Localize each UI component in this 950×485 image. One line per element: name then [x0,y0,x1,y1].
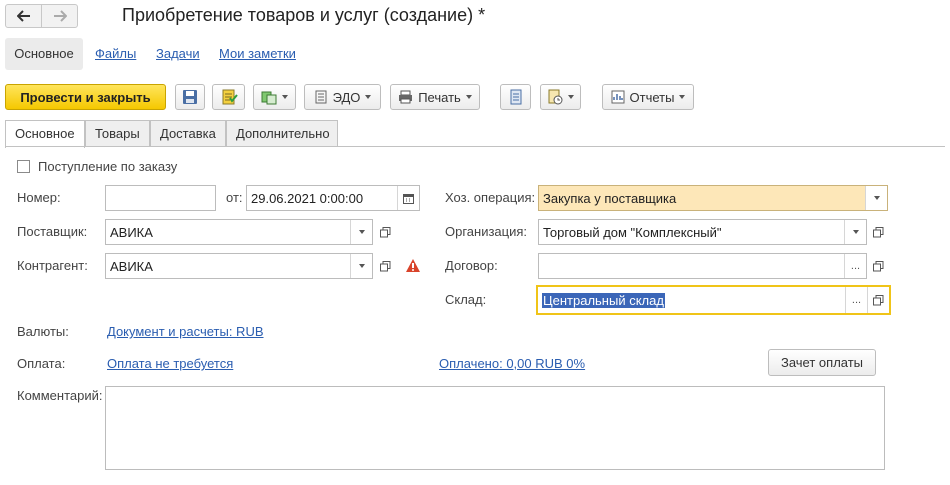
reports-label: Отчеты [629,89,675,105]
edo-label: ЭДО [332,89,361,105]
save-icon [183,90,197,104]
post-and-close-button[interactable]: Провести и закрыть [5,84,166,110]
open-window-icon [873,294,884,305]
print-button[interactable]: Печать [390,84,480,110]
chevron-down-icon [852,230,859,234]
contract-field[interactable]: ... [538,253,867,279]
organization-label: Организация: [445,224,528,239]
comment-field[interactable] [105,386,885,470]
tab-goods[interactable]: Товары [85,120,150,147]
payment-label: Оплата: [17,356,66,371]
save-button[interactable] [175,84,205,110]
back-button[interactable] [6,5,41,27]
create-based-icon [261,91,277,105]
section-files[interactable]: Файлы [95,38,136,70]
paid-link[interactable]: Оплачено: 0,00 RUB 0% [439,356,585,371]
organization-dropdown[interactable] [844,220,866,244]
navigation-buttons [5,4,78,28]
journal-button[interactable] [500,84,531,110]
chevron-down-icon [282,95,288,99]
edo-button[interactable]: ЭДО [304,84,381,110]
warehouse-value: Центральный склад [542,292,665,308]
offset-payment-button[interactable]: Зачет оплаты [768,349,876,376]
attachments-button[interactable] [540,84,581,110]
by-order-label: Поступление по заказу [38,159,178,174]
contract-open-button[interactable] [868,256,888,276]
contract-select-button[interactable]: ... [844,254,866,278]
section-tasks[interactable]: Задачи [156,38,200,70]
date-value: 29.06.2021 0:00:00 [251,190,364,206]
tab-main[interactable]: Основное [5,120,85,148]
arrow-left-icon [16,10,30,22]
warehouse-label: Склад: [445,292,487,307]
open-window-icon [872,226,883,237]
number-field[interactable] [105,185,216,211]
tab-additional[interactable]: Дополнительно [226,120,338,147]
calendar-button[interactable] [397,186,419,210]
comment-label: Комментарий: [17,388,103,403]
section-main[interactable]: Основное [5,38,83,70]
operation-value: Закупка у поставщика [543,190,677,206]
organization-field[interactable]: Торговый дом "Комплексный" [538,219,867,245]
arrow-right-icon [53,10,67,22]
post-button[interactable] [212,84,245,110]
list-icon [510,89,521,105]
counterparty-dropdown[interactable] [350,254,372,278]
warehouse-select-button[interactable]: ... [845,287,867,313]
chevron-down-icon [465,95,472,99]
warning-icon[interactable] [403,255,423,275]
by-order-checkbox[interactable] [17,160,30,173]
supplier-value: АВИКА [110,224,153,240]
chevron-down-icon [358,230,365,234]
operation-field[interactable]: Закупка у поставщика [538,185,888,211]
calendar-icon [403,193,414,204]
create-based-on-button[interactable] [253,84,296,110]
document-clock-icon [548,89,563,105]
open-window-icon [872,260,883,271]
date-label: от: [226,190,243,205]
tabs-divider [5,146,945,147]
printer-icon [399,90,413,104]
counterparty-label: Контрагент: [17,258,88,273]
supplier-open-button[interactable] [375,222,395,242]
number-label: Номер: [17,190,61,205]
supplier-dropdown[interactable] [350,220,372,244]
section-notes[interactable]: Мои заметки [219,38,296,70]
organization-value: Торговый дом "Комплексный" [543,224,722,240]
open-window-icon [379,260,390,271]
post-document-icon [222,89,238,105]
supplier-label: Поставщик: [17,224,88,239]
contract-label: Договор: [445,258,498,273]
chevron-down-icon [365,95,372,99]
chevron-down-icon [679,95,686,99]
open-window-icon [379,226,390,237]
supplier-field[interactable]: АВИКА [105,219,373,245]
organization-open-button[interactable] [868,222,888,242]
edo-icon [315,90,327,104]
chevron-down-icon [873,196,880,200]
currency-label: Валюты: [17,324,69,339]
tab-delivery[interactable]: Доставка [150,120,226,147]
counterparty-open-button[interactable] [375,256,395,276]
page-title: Приобретение товаров и услуг (создание) … [122,5,486,25]
reports-button[interactable]: Отчеты [602,84,694,110]
date-field[interactable]: 29.06.2021 0:00:00 [246,185,420,211]
operation-label: Хоз. операция: [445,190,536,205]
chevron-down-icon [568,95,574,99]
currency-link[interactable]: Документ и расчеты: RUB [107,324,264,339]
warehouse-open-button[interactable] [867,287,889,313]
warehouse-field[interactable]: Центральный склад ... [536,285,891,315]
payment-link[interactable]: Оплата не требуется [107,356,233,371]
counterparty-value: АВИКА [110,258,153,274]
counterparty-field[interactable]: АВИКА [105,253,373,279]
operation-dropdown[interactable] [865,186,887,210]
print-label: Печать [418,89,461,105]
forward-button[interactable] [41,5,77,27]
chevron-down-icon [358,264,365,268]
reports-icon [611,90,625,104]
